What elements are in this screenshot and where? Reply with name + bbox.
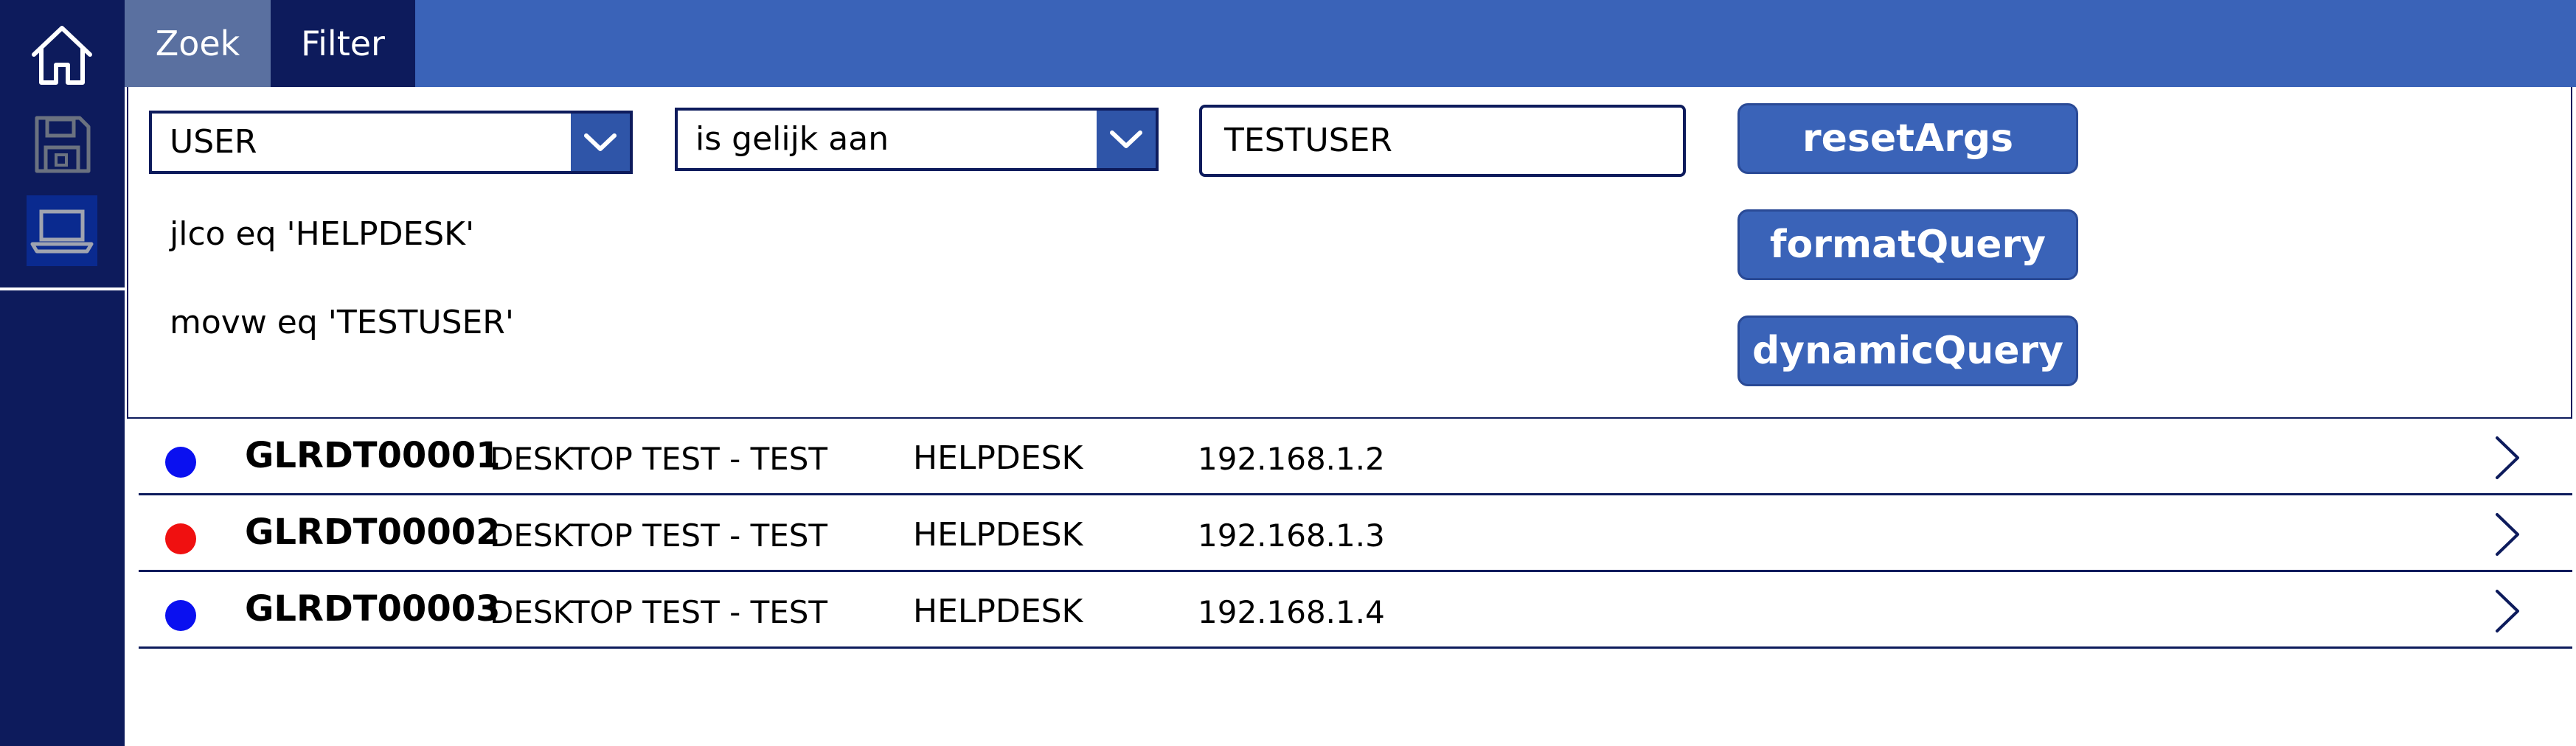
status-dot — [165, 523, 196, 554]
chevron-right-icon[interactable] — [2493, 588, 2522, 634]
device-description: DESKTOP TEST - TEST — [490, 441, 828, 477]
device-department: HELPDESK — [913, 516, 1083, 554]
rail-divider — [0, 287, 125, 290]
tab-filter-label: Filter — [301, 24, 385, 63]
device-department: HELPDESK — [913, 593, 1083, 630]
home-icon — [32, 26, 92, 85]
query-line: jlco eq 'HELPDESK' — [170, 215, 475, 253]
query-line: movw eq 'TESTUSER' — [170, 304, 514, 341]
operator-dropdown-value: is gelijk aan — [695, 120, 889, 158]
status-dot — [165, 600, 196, 631]
save-icon — [35, 116, 91, 173]
reset-args-button[interactable]: resetArgs — [1737, 103, 2078, 174]
format-query-button[interactable]: formatQuery — [1737, 209, 2078, 280]
device-description: DESKTOP TEST - TEST — [490, 594, 828, 630]
device-ip: 192.168.1.2 — [1198, 441, 1385, 477]
chevron-down-icon[interactable] — [1097, 111, 1156, 168]
laptop-button[interactable] — [27, 195, 97, 266]
chevron-right-icon[interactable] — [2493, 435, 2522, 481]
device-ip: 192.168.1.3 — [1198, 517, 1385, 554]
field-dropdown-value: USER — [170, 123, 257, 161]
list-item[interactable]: GLRDT00002 DESKTOP TEST - TEST HELPDESK … — [139, 495, 2572, 572]
device-name: GLRDT00001 — [245, 435, 501, 476]
chevron-right-icon[interactable] — [2493, 512, 2522, 557]
device-name: GLRDT00003 — [245, 588, 501, 630]
chevron-down-icon[interactable] — [571, 114, 630, 171]
dynamic-query-button[interactable]: dynamicQuery — [1737, 316, 2078, 386]
list-item[interactable]: GLRDT00001 DESKTOP TEST - TEST HELPDESK … — [139, 419, 2572, 495]
list-item[interactable]: GLRDT00003 DESKTOP TEST - TEST HELPDESK … — [139, 572, 2572, 649]
status-dot — [165, 447, 196, 478]
field-dropdown[interactable]: USER — [149, 111, 633, 174]
tab-zoek-label: Zoek — [155, 24, 240, 63]
operator-dropdown[interactable]: is gelijk aan — [675, 108, 1159, 171]
filter-value-input[interactable]: TESTUSER — [1199, 105, 1686, 177]
device-description: DESKTOP TEST - TEST — [490, 517, 828, 554]
home-button[interactable] — [27, 21, 97, 91]
top-bar — [125, 0, 2576, 87]
laptop-icon — [30, 209, 94, 254]
device-ip: 192.168.1.4 — [1198, 594, 1385, 630]
device-department: HELPDESK — [913, 439, 1083, 477]
tab-zoek[interactable]: Zoek — [125, 0, 271, 87]
tab-filter[interactable]: Filter — [271, 0, 415, 87]
device-name: GLRDT00002 — [245, 512, 501, 553]
save-button[interactable] — [27, 109, 97, 180]
